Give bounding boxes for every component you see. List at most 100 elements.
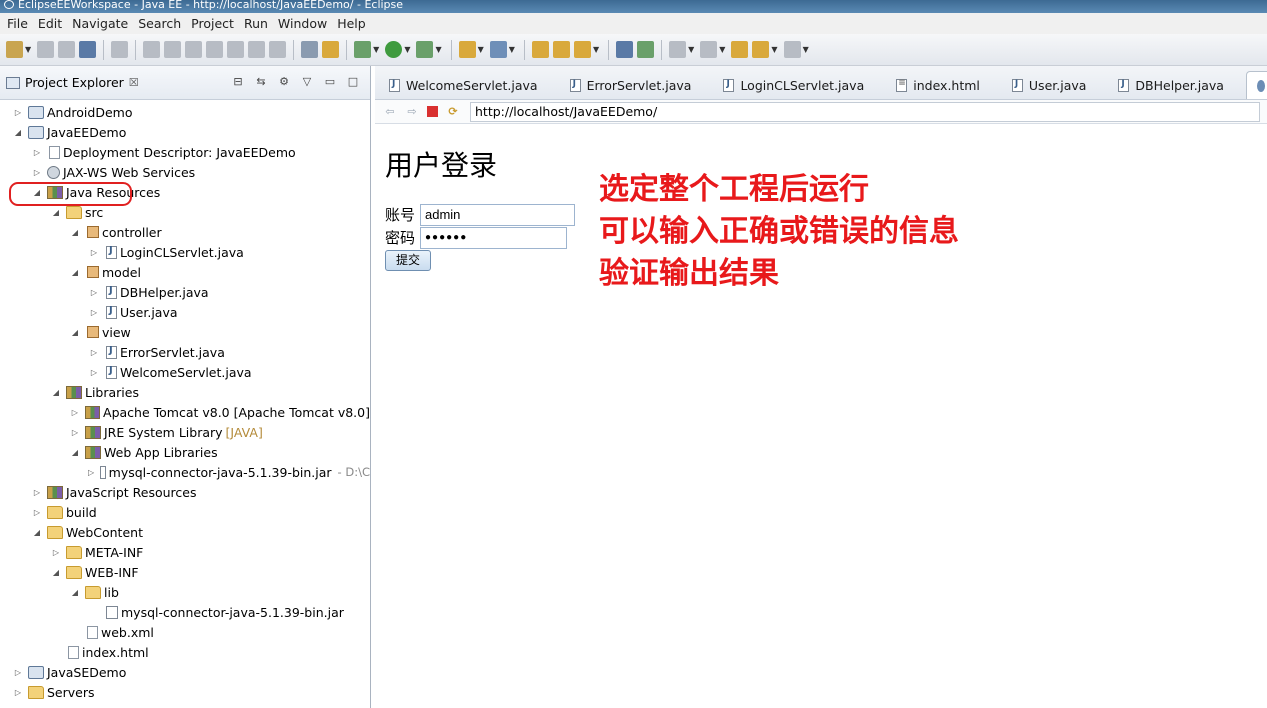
- editor-tab[interactable]: User.java: [1002, 71, 1109, 99]
- toggle-mark-icon[interactable]: [637, 41, 655, 58]
- run-dropdown-icon[interactable]: ▼: [404, 45, 410, 54]
- new-class-dropdown-icon[interactable]: ▼: [509, 45, 515, 54]
- menu-file[interactable]: File: [2, 16, 33, 31]
- project-explorer-tab[interactable]: Project Explorer ☒: [6, 70, 139, 96]
- customize-view-icon[interactable]: ⚙: [277, 75, 291, 89]
- save-all-icon[interactable]: [58, 41, 76, 58]
- skip-breakpoints-icon[interactable]: [111, 41, 129, 58]
- tree-item[interactable]: ◢ Web App Libraries: [0, 442, 370, 462]
- menu-project[interactable]: Project: [186, 16, 239, 31]
- collapsed-arrow-icon[interactable]: ▷: [88, 288, 100, 297]
- expanded-arrow-icon[interactable]: ◢: [50, 388, 62, 397]
- expanded-arrow-icon[interactable]: ◢: [69, 448, 81, 457]
- submit-button[interactable]: 提交: [385, 250, 431, 271]
- tree-item[interactable]: ◢ model: [0, 262, 370, 282]
- external-tools-dropdown-icon[interactable]: ▼: [435, 45, 441, 54]
- collapsed-arrow-icon[interactable]: ▷: [88, 308, 100, 317]
- editor-tab[interactable]: index.html: [886, 71, 1002, 99]
- console-icon[interactable]: [79, 41, 97, 58]
- open-task-icon[interactable]: [552, 41, 570, 58]
- tree-item[interactable]: ▷ JAX-WS Web Services: [0, 162, 370, 182]
- new-dropdown-icon[interactable]: ▼: [25, 45, 31, 54]
- tree-item[interactable]: ▷ JavaScript Resources: [0, 482, 370, 502]
- minimize-icon[interactable]: ▭: [323, 75, 337, 89]
- stop-icon[interactable]: [427, 106, 438, 117]
- expanded-arrow-icon[interactable]: ◢: [12, 128, 24, 137]
- tree-item[interactable]: ◢ JavaEEDemo: [0, 122, 370, 142]
- back-arrow-icon[interactable]: ⇦: [383, 105, 397, 119]
- save-icon[interactable]: [37, 41, 55, 58]
- disconnect-icon[interactable]: [206, 41, 224, 58]
- tree-item[interactable]: ◢ WebContent: [0, 522, 370, 542]
- collapsed-arrow-icon[interactable]: ▷: [12, 688, 24, 697]
- run-icon[interactable]: [385, 41, 403, 58]
- new-server-icon[interactable]: [458, 41, 476, 58]
- last-edit-icon[interactable]: [731, 41, 749, 58]
- collapsed-arrow-icon[interactable]: ▷: [12, 668, 24, 677]
- expanded-arrow-icon[interactable]: ◢: [69, 268, 81, 277]
- tree-item[interactable]: ▷ JRE System Library [JAVA]: [0, 422, 370, 442]
- next-annotation-dropdown-icon[interactable]: ▼: [688, 45, 694, 54]
- open-perspective-icon[interactable]: [301, 41, 319, 58]
- tree-item[interactable]: web.xml: [0, 622, 370, 642]
- new-class-icon[interactable]: [489, 41, 507, 58]
- step-over-icon[interactable]: [248, 41, 266, 58]
- forward-dropdown-icon[interactable]: ▼: [803, 45, 809, 54]
- tree-item[interactable]: ▷ JavaSEDemo: [0, 662, 370, 682]
- external-tools-icon[interactable]: [416, 41, 434, 58]
- expanded-arrow-icon[interactable]: ◢: [69, 588, 81, 597]
- expanded-arrow-icon[interactable]: ◢: [50, 568, 62, 577]
- refresh-icon[interactable]: ⟳: [446, 105, 460, 119]
- step-return-icon[interactable]: [269, 41, 287, 58]
- tree-item[interactable]: ▷ Servers: [0, 682, 370, 702]
- view-menu-icon[interactable]: ▽: [300, 75, 314, 89]
- tree-item[interactable]: ▷ LoginCLServlet.java: [0, 242, 370, 262]
- server-icon[interactable]: [322, 41, 340, 58]
- web-browser-icon[interactable]: [616, 41, 634, 58]
- step-into-icon[interactable]: [227, 41, 245, 58]
- tree-item[interactable]: ▷ ErrorServlet.java: [0, 342, 370, 362]
- collapsed-arrow-icon[interactable]: ▷: [31, 168, 43, 177]
- collapsed-arrow-icon[interactable]: ▷: [88, 248, 100, 257]
- tree-item[interactable]: ◢ WEB-INF: [0, 562, 370, 582]
- expanded-arrow-icon[interactable]: ◢: [69, 328, 81, 337]
- collapsed-arrow-icon[interactable]: ▷: [50, 548, 62, 557]
- collapsed-arrow-icon[interactable]: ▷: [31, 508, 43, 517]
- editor-tab[interactable]: DBHelper.java: [1108, 71, 1246, 99]
- menu-run[interactable]: Run: [239, 16, 273, 31]
- menu-navigate[interactable]: Navigate: [67, 16, 133, 31]
- collapsed-arrow-icon[interactable]: ▷: [88, 348, 100, 357]
- tree-item[interactable]: ▷ Apache Tomcat v8.0 [Apache Tomcat v8.0]: [0, 402, 370, 422]
- open-type-icon[interactable]: [531, 41, 549, 58]
- tree-item[interactable]: ▷ AndroidDemo: [0, 102, 370, 122]
- editor-tab[interactable]: ErrorServlet.java: [560, 71, 714, 99]
- collapsed-arrow-icon[interactable]: ▷: [88, 368, 100, 377]
- expanded-arrow-icon[interactable]: ◢: [31, 528, 43, 537]
- tree-item[interactable]: ▷ META-INF: [0, 542, 370, 562]
- collapsed-arrow-icon[interactable]: ▷: [69, 428, 81, 437]
- url-input[interactable]: http://localhost/JavaEEDemo/: [470, 101, 1260, 122]
- tree-item[interactable]: mysql-connector-java-5.1.39-bin.jar: [0, 602, 370, 622]
- menu-edit[interactable]: Edit: [33, 16, 67, 31]
- maximize-icon[interactable]: □: [346, 75, 360, 89]
- tree-item[interactable]: ▷ mysql-connector-java-5.1.39-bin.jar - D:…: [0, 462, 370, 482]
- tree-item[interactable]: ▷ DBHelper.java: [0, 282, 370, 302]
- back-dropdown-icon[interactable]: ▼: [771, 45, 777, 54]
- editor-tab[interactable]: LoginCLServlet.java: [713, 71, 886, 99]
- close-icon[interactable]: ☒: [129, 76, 139, 89]
- expanded-arrow-icon[interactable]: ◢: [50, 208, 62, 217]
- debug-dropdown-icon[interactable]: ▼: [373, 45, 379, 54]
- next-annotation-icon[interactable]: [669, 41, 687, 58]
- prev-annotation-dropdown-icon[interactable]: ▼: [719, 45, 725, 54]
- resume-icon[interactable]: [143, 41, 161, 58]
- tree-item[interactable]: ▷ User.java: [0, 302, 370, 322]
- new-icon[interactable]: [6, 41, 23, 58]
- tree-item[interactable]: ◢ Libraries: [0, 382, 370, 402]
- forward-arrow-icon[interactable]: ⇨: [405, 105, 419, 119]
- tree-item[interactable]: ◢ lib: [0, 582, 370, 602]
- link-with-editor-icon[interactable]: ⇆: [254, 75, 268, 89]
- tree-item[interactable]: ▷ Deployment Descriptor: JavaEEDemo: [0, 142, 370, 162]
- search-dropdown-icon[interactable]: ▼: [593, 45, 599, 54]
- collapsed-arrow-icon[interactable]: ▷: [88, 468, 94, 477]
- collapsed-arrow-icon[interactable]: ▷: [31, 488, 43, 497]
